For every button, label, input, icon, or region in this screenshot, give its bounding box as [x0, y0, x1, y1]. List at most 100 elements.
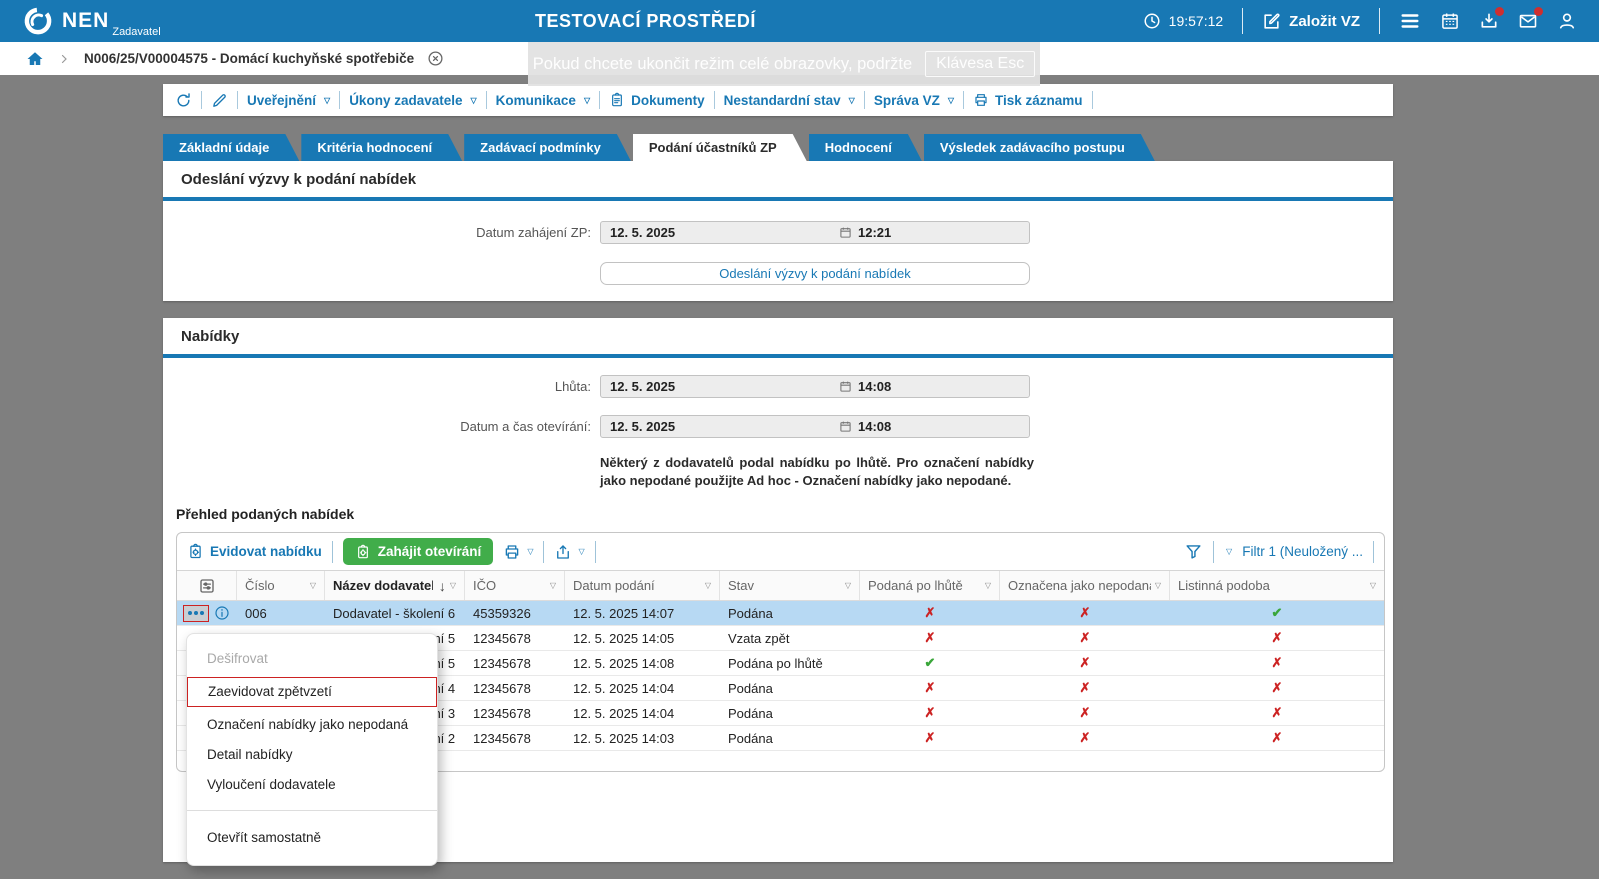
cross-icon: ✗	[1271, 680, 1283, 695]
column-settings-button[interactable]	[177, 571, 237, 600]
toolbar-item-tisk-zaznamu[interactable]: Tisk záznamu	[973, 92, 1083, 108]
cell-datum-podani: 12. 5. 2025 14:03	[573, 730, 675, 746]
export-menu-button[interactable]: ▽	[554, 543, 585, 561]
calendar-icon[interactable]	[1440, 11, 1460, 31]
datum-zahajeni-input[interactable]: 12. 5. 2025 12:21	[600, 221, 1030, 244]
cross-icon: ✗	[924, 680, 936, 695]
user-icon[interactable]	[1557, 11, 1577, 31]
nen-logo[interactable]: NEN Zadavatel	[22, 5, 161, 38]
column-header-datum-podani[interactable]: Datum podání ▽	[565, 571, 720, 600]
create-vz-button[interactable]: Založit VZ	[1262, 12, 1360, 31]
column-header-podana-po-lhute[interactable]: Podaná po lhůtě ▽	[860, 571, 1000, 600]
tab-podani-ucastniku-zp[interactable]: Podání účastníků ZP	[633, 134, 807, 161]
tab-hodnoceni[interactable]: Hodnocení	[809, 134, 922, 161]
chevron-down-icon: ▽	[848, 95, 855, 105]
chevron-down-icon: ▽	[527, 547, 534, 556]
cell-listinna-podoba: ✗	[1170, 726, 1384, 750]
table-row[interactable]: 006 Dodavatel - školení 6 45359326 12. 5. 2…	[177, 601, 1384, 626]
divider	[1379, 8, 1380, 34]
calendar-small-icon[interactable]	[839, 226, 852, 239]
divider	[713, 91, 715, 109]
filter-caret-icon[interactable]: ▽	[306, 581, 316, 590]
pencil-icon[interactable]	[211, 92, 228, 109]
cell-ico: 12345678	[473, 655, 531, 671]
filter-funnel-icon[interactable]	[1184, 542, 1203, 561]
row-menu-button[interactable]	[183, 604, 209, 622]
column-label: Název dodavatele	[333, 578, 433, 593]
cell-podana-po-lhute: ✗	[860, 701, 1000, 725]
cell-cislo: 006	[245, 605, 267, 621]
filter-caret-icon[interactable]: ▽	[1366, 581, 1376, 590]
menu-item-vylouceni-dodavatele[interactable]: Vyloučení dodavatele	[187, 770, 437, 800]
cell-ico: 45359326	[473, 605, 531, 621]
cell-podana-po-lhute: ✗	[860, 601, 1000, 625]
column-header-nazev-dodavatele[interactable]: Název dodavatele ↓ ▽	[325, 571, 465, 600]
time-value[interactable]: 14:08	[858, 379, 891, 394]
date-value[interactable]: 12. 5. 2025	[601, 419, 839, 434]
column-header-cislo[interactable]: Číslo ▽	[237, 571, 325, 600]
toolbar-item-uverejneni[interactable]: Uveřejnění ▽	[247, 93, 330, 108]
info-icon[interactable]	[214, 605, 230, 621]
filter-caret-icon[interactable]: ▽	[841, 581, 851, 590]
evidovat-nabidku-button[interactable]: Evidovat nabídku	[187, 543, 322, 560]
toolbar-item-komunikace[interactable]: Komunikace ▽	[496, 93, 590, 108]
column-label: Stav	[728, 578, 755, 593]
home-icon[interactable]	[26, 50, 44, 68]
menu-icon[interactable]	[1399, 10, 1421, 32]
toolbar-item-dokumenty[interactable]: Dokumenty	[609, 92, 705, 108]
calendar-small-icon[interactable]	[839, 420, 852, 433]
lhuta-input[interactable]: 12. 5. 2025 14:08	[600, 375, 1030, 398]
cell-stav: Podána	[728, 605, 773, 621]
late-offer-warning: Některý z dodavatelů podal nabídku po lh…	[600, 455, 1034, 488]
refresh-icon[interactable]	[175, 92, 192, 109]
filter-caret-icon[interactable]: ▽	[981, 581, 991, 590]
clipboard-gear-icon	[355, 544, 371, 560]
column-header-ico[interactable]: IČO ▽	[465, 571, 565, 600]
tab-zakladni-udaje[interactable]: Základní údaje	[163, 134, 299, 161]
inbox-download-icon[interactable]	[1479, 7, 1504, 31]
zahajit-oteviranie-button[interactable]: Zahájit otevírání	[342, 538, 494, 565]
date-value[interactable]: 12. 5. 2025	[601, 225, 839, 240]
tab-kriteria-hodnoceni[interactable]: Kritéria hodnocení	[301, 134, 462, 161]
time-value[interactable]: 12:21	[858, 225, 891, 240]
filter-caret-icon[interactable]: ▽	[701, 581, 711, 590]
column-header-stav[interactable]: Stav ▽	[720, 571, 860, 600]
menu-item-otevrit-samostatne[interactable]: Otevřít samostatně	[187, 823, 437, 853]
printer-icon	[973, 92, 989, 108]
grid-header: Číslo ▽ Název dodavatele ↓ ▽ IČO ▽ Datum podání…	[177, 571, 1384, 601]
column-header-listinna-podoba[interactable]: Listinná podoba ▽	[1170, 571, 1384, 600]
send-invitation-button[interactable]: Odeslání výzvy k podání nabídek	[600, 262, 1030, 285]
toolbar-item-sprava-vz[interactable]: Správa VZ ▽	[874, 93, 954, 108]
filter-caret-icon[interactable]: ▽	[1151, 581, 1161, 590]
app-header: NEN Zadavatel TESTOVACÍ PROSTŘEDÍ 19:57:…	[0, 0, 1599, 42]
toolbar-item-nestandardni-stav[interactable]: Nestandardní stav ▽	[724, 93, 855, 108]
tab-vysledek-zadavaciho-postupu[interactable]: Výsledek zadávacího postupu	[924, 134, 1155, 161]
time-value[interactable]: 14:08	[858, 419, 891, 434]
cell-nazev-dodavatele: Dodavatel - školení 6	[333, 605, 456, 621]
column-header-oznacena-jako-nepodana[interactable]: Označena jako nepodaná ▽	[1000, 571, 1170, 600]
close-tab-icon[interactable]	[427, 50, 444, 67]
active-filter-label[interactable]: Filtr 1 (Neuložený ...	[1242, 544, 1363, 559]
tabs: Základní údaje Kritéria hodnocení Zadávací…	[163, 134, 1155, 161]
cross-icon: ✗	[1079, 605, 1091, 620]
menu-item-detail-nabidky[interactable]: Detail nabídky	[187, 740, 437, 770]
calendar-small-icon[interactable]	[839, 380, 852, 393]
filter-caret-icon[interactable]: ▽	[546, 581, 556, 590]
chevron-down-icon[interactable]: ▽	[1226, 547, 1232, 556]
brand-role: Zadavatel	[112, 26, 161, 38]
cell-oznacena-jako-nepodana: ✗	[1000, 676, 1170, 700]
filter-caret-icon[interactable]: ▽	[446, 581, 456, 590]
datum-oteviranie-input[interactable]: 12. 5. 2025 14:08	[600, 415, 1030, 438]
divider	[201, 91, 202, 109]
menu-item-zaevidovat-zpetvzeti[interactable]: Zaevidovat zpětvzetí	[187, 677, 437, 707]
date-value[interactable]: 12. 5. 2025	[601, 379, 839, 394]
divider	[599, 91, 601, 109]
menu-item-oznaceni-nabidky-jako-nepodana[interactable]: Označení nabídky jako nepodaná	[187, 710, 437, 740]
toolbar-item-ukony-zadavatele[interactable]: Úkony zadavatele ▽	[349, 93, 476, 108]
mail-icon[interactable]	[1518, 7, 1543, 31]
divider	[963, 91, 964, 109]
printer-icon	[503, 543, 521, 561]
breadcrumb-item[interactable]: N006/25/V00004575 - Domácí kuchyňské spo…	[84, 51, 414, 66]
print-menu-button[interactable]: ▽	[503, 543, 533, 561]
tab-zadavaci-podminky[interactable]: Zadávací podmínky	[464, 134, 631, 161]
